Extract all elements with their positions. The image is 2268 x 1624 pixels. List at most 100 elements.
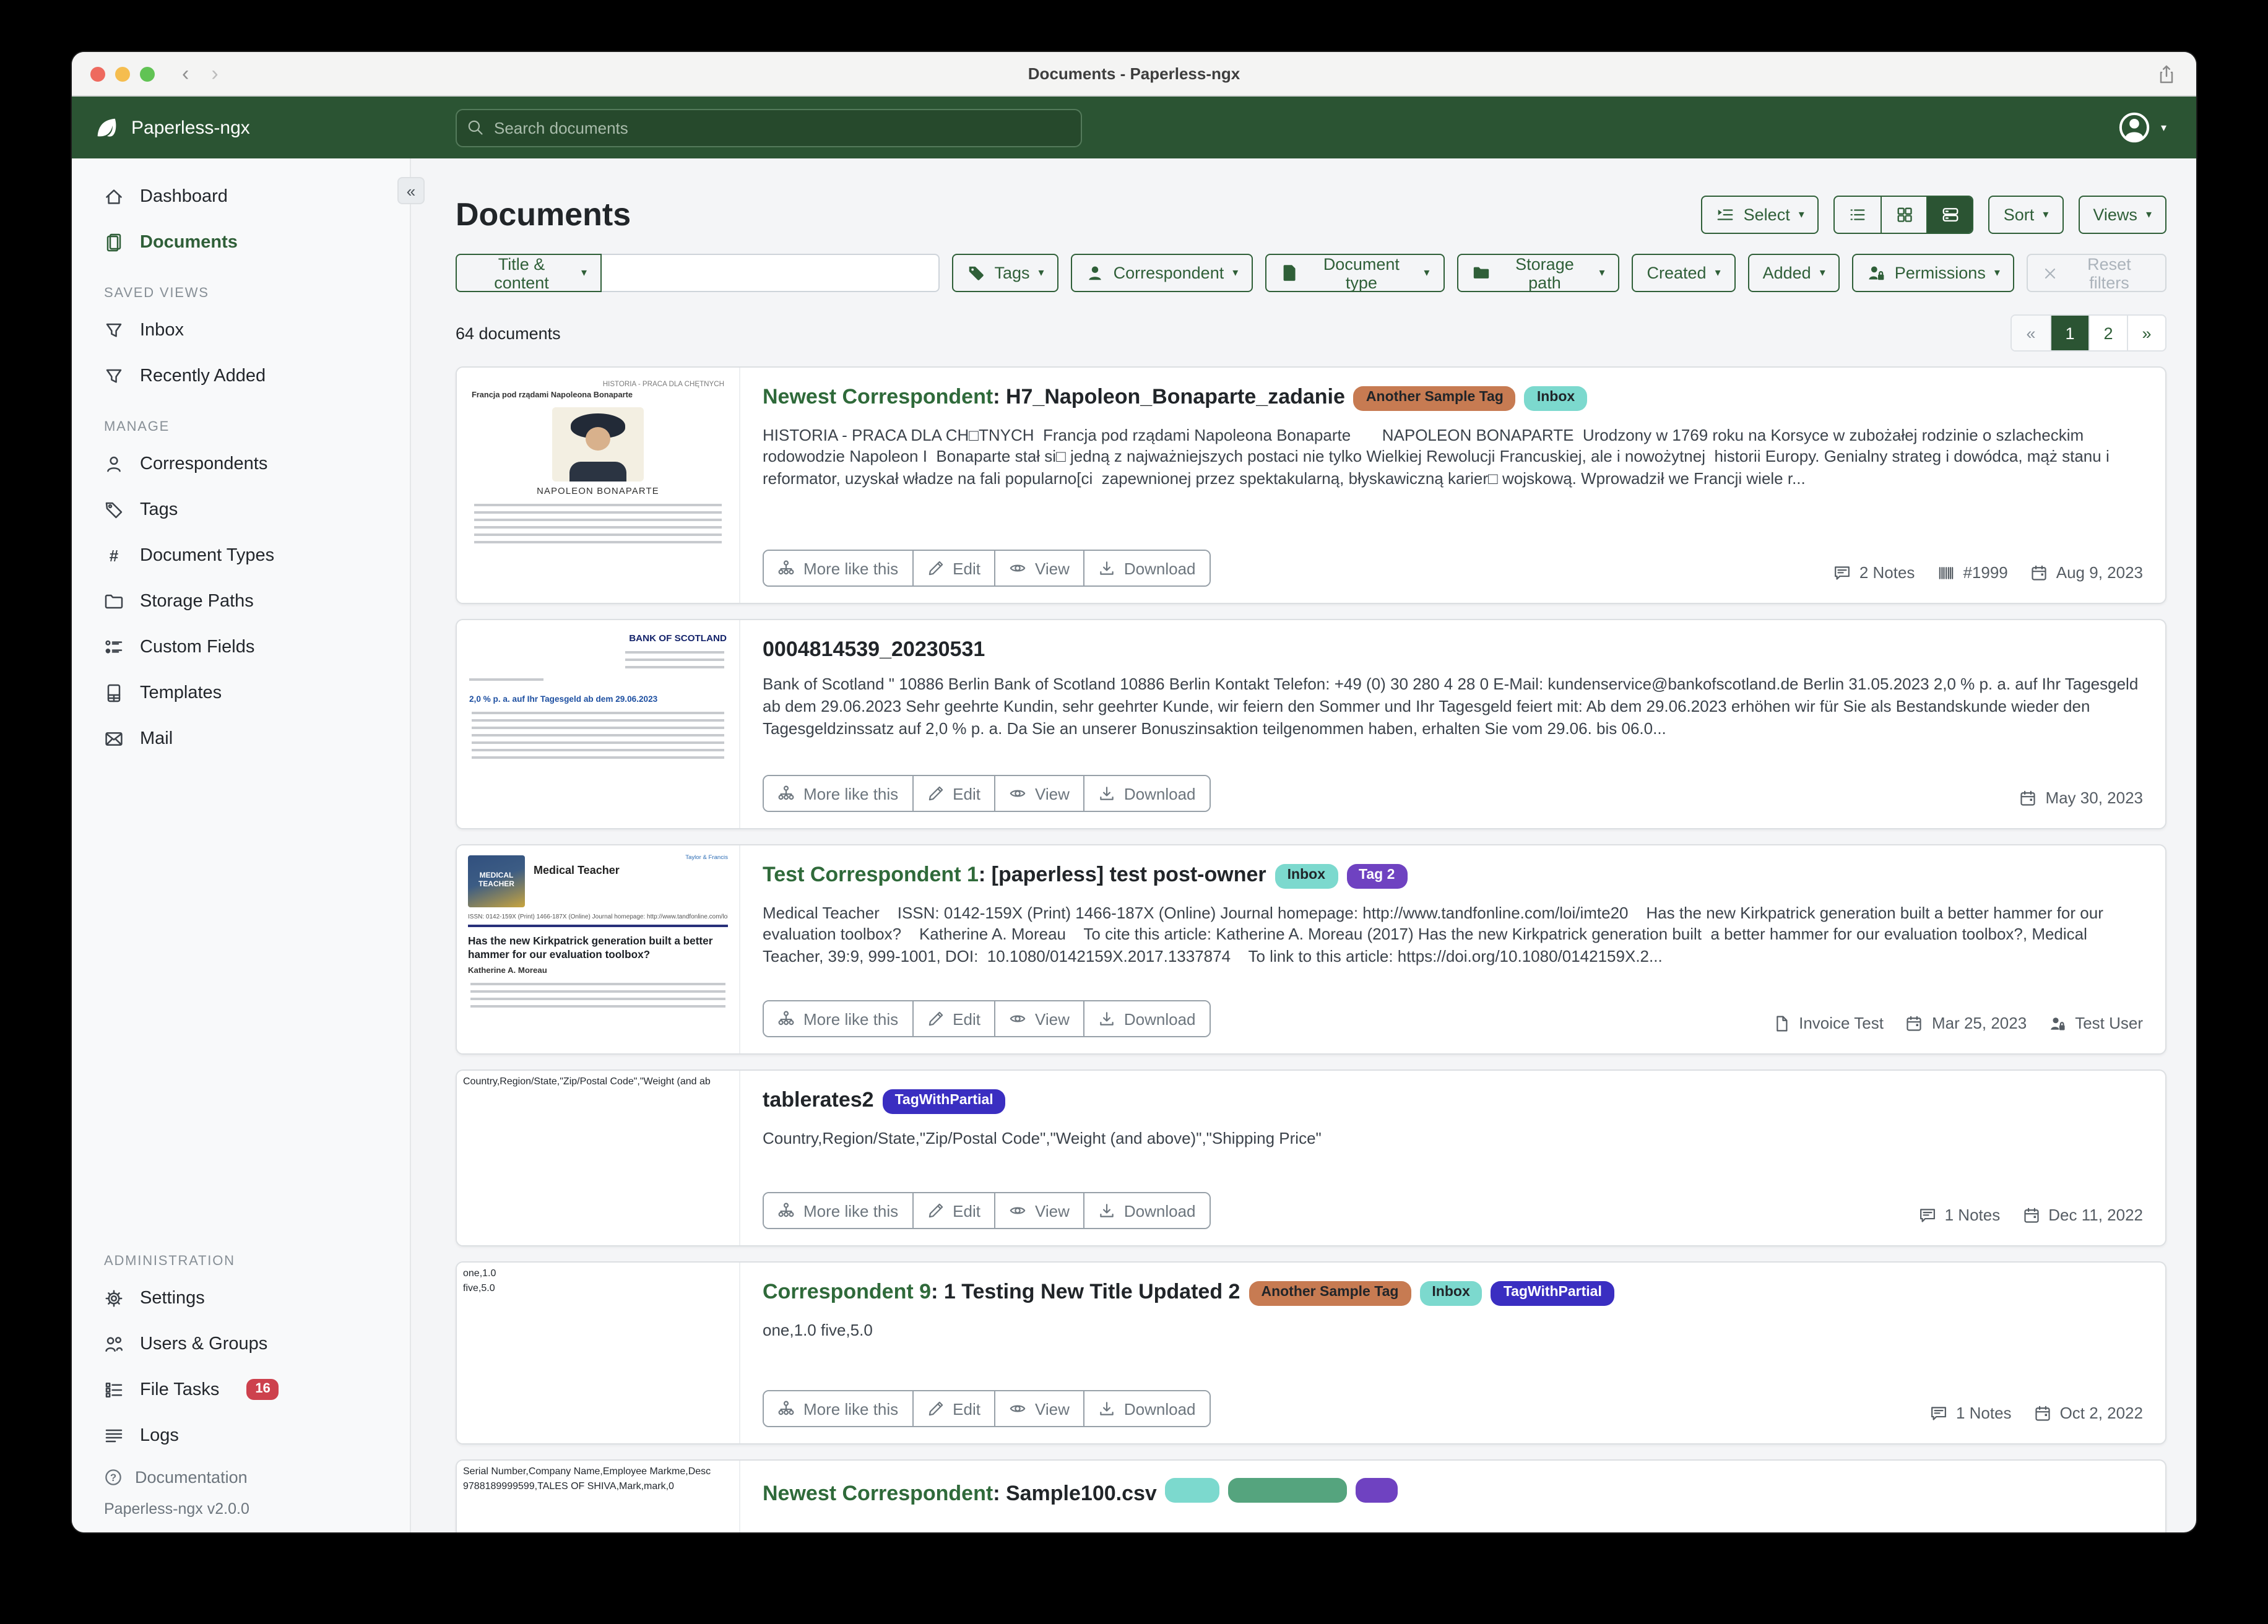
user-menu[interactable]: ▾ xyxy=(2119,111,2166,144)
tag-chip[interactable]: Another Sample Tag xyxy=(1249,1281,1411,1305)
view-button[interactable]: View xyxy=(994,776,1083,811)
sidebar-item-inbox[interactable]: Inbox xyxy=(72,307,410,353)
sidebar-collapse-button[interactable]: « xyxy=(397,177,425,204)
notes-count[interactable]: 1 Notes xyxy=(1919,1206,2001,1224)
more-like-this-button[interactable]: More like this xyxy=(764,1391,912,1426)
more-like-this-button[interactable]: More like this xyxy=(764,776,912,811)
correspondent-link[interactable]: Newest Correspondent xyxy=(763,385,993,408)
tag-chip[interactable]: Tag 2 xyxy=(1346,864,1407,888)
search-input[interactable] xyxy=(456,109,1082,147)
tag-chip[interactable]: Inbox xyxy=(1525,386,1587,410)
more-like-this-button[interactable]: More like this xyxy=(764,1193,912,1228)
document-title-link[interactable]: Sample100.csv xyxy=(1006,1482,1157,1505)
pagination-page-1[interactable]: 1 xyxy=(2050,316,2088,350)
select-button[interactable]: Select ▾ xyxy=(1702,196,1819,234)
document-thumbnail[interactable]: MEDICAL TEACHER Medical Teacher Taylor &… xyxy=(457,845,740,1053)
sidebar-item-logs[interactable]: Logs xyxy=(72,1412,410,1458)
correspondent-link[interactable]: Correspondent 9 xyxy=(763,1280,931,1303)
filter-document-type-button[interactable]: Document type ▾ xyxy=(1265,254,1444,292)
app-brand[interactable]: Paperless-ngx xyxy=(93,114,250,140)
eye-icon xyxy=(1009,785,1026,802)
minimize-button[interactable] xyxy=(115,66,130,81)
filter-storage-path-button[interactable]: Storage path ▾ xyxy=(1456,254,1619,292)
document-title-link[interactable]: 0004814539_20230531 xyxy=(763,637,985,661)
close-button[interactable] xyxy=(90,66,105,81)
pagination-prev[interactable]: « xyxy=(2012,316,2050,350)
tag-chip[interactable]: Inbox xyxy=(1419,1281,1482,1305)
sort-button[interactable]: Sort ▾ xyxy=(1989,196,2064,234)
document-title-link[interactable]: 1 Testing New Title Updated 2 xyxy=(944,1280,1240,1303)
edit-button[interactable]: Edit xyxy=(912,1193,994,1228)
more-like-this-button[interactable]: More like this xyxy=(764,551,912,585)
view-button[interactable]: View xyxy=(994,1391,1083,1426)
filter-correspondent-button[interactable]: Correspondent ▾ xyxy=(1071,254,1253,292)
share-icon[interactable] xyxy=(2157,63,2176,85)
filter-permissions-button[interactable]: Permissions ▾ xyxy=(1853,254,2015,292)
tag-chip[interactable]: TagWithPartial xyxy=(883,1089,1006,1113)
sidebar-item-dashboard[interactable]: Dashboard xyxy=(72,173,410,219)
tag-chip[interactable] xyxy=(1356,1478,1398,1503)
download-button[interactable]: Download xyxy=(1083,1391,1210,1426)
sidebar-item-custom-fields[interactable]: Custom Fields xyxy=(72,624,410,670)
notes-count[interactable]: 1 Notes xyxy=(1930,1404,2012,1422)
pagination-next[interactable]: » xyxy=(2127,316,2165,350)
edit-button[interactable]: Edit xyxy=(912,1391,994,1426)
filter-text-input[interactable] xyxy=(602,254,940,292)
sidebar-item-mail[interactable]: Mail xyxy=(72,715,410,761)
document-thumbnail[interactable]: one,1.0 five,5.0 xyxy=(457,1263,740,1443)
sidebar-item-documents[interactable]: Documents xyxy=(72,219,410,265)
correspondent-link[interactable]: Test Correspondent 1 xyxy=(763,863,979,886)
notes-count[interactable]: 2 Notes xyxy=(1833,563,1915,582)
manage-header: MANAGE xyxy=(72,399,410,441)
edit-button[interactable]: Edit xyxy=(912,1001,994,1036)
sidebar-item-settings[interactable]: Settings xyxy=(72,1275,410,1321)
sidebar-item-tags[interactable]: Tags xyxy=(72,486,410,532)
document-thumbnail[interactable]: Serial Number,Company Name,Employee Mark… xyxy=(457,1461,740,1532)
view-button[interactable]: View xyxy=(994,1001,1083,1036)
document-thumbnail[interactable]: BANK OF SCOTLAND 2,0 % p. a. auf Ihr Tag… xyxy=(457,620,740,828)
sidebar-item-correspondents[interactable]: Correspondents xyxy=(72,441,410,486)
back-button[interactable]: ‹ xyxy=(182,63,189,84)
sidebar-item-templates[interactable]: Templates xyxy=(72,670,410,715)
tag-chip[interactable] xyxy=(1229,1478,1348,1503)
document-title-link[interactable]: [paperless] test post-owner xyxy=(992,863,1266,886)
tag-chip[interactable]: TagWithPartial xyxy=(1491,1281,1614,1305)
filter-tags-button[interactable]: Tags ▾ xyxy=(952,254,1058,292)
correspondent-link[interactable]: Newest Correspondent xyxy=(763,1482,993,1505)
sidebar-item-document-types[interactable]: Document Types xyxy=(72,532,410,578)
document-title-link[interactable]: H7_Napoleon_Bonaparte_zadanie xyxy=(1006,385,1345,408)
filter-added-button[interactable]: Added ▾ xyxy=(1748,254,1840,292)
document-title-link[interactable]: tablerates2 xyxy=(763,1088,874,1112)
sidebar-item-recently-added[interactable]: Recently Added xyxy=(72,353,410,399)
thumb-text-lines xyxy=(472,712,724,761)
view-button[interactable]: View xyxy=(994,1193,1083,1228)
filter-field-button[interactable]: Title & content ▾ xyxy=(456,254,602,292)
sidebar-item-users-groups[interactable]: Users & Groups xyxy=(72,1321,410,1367)
tag-chip[interactable]: Another Sample Tag xyxy=(1354,386,1516,410)
view-button[interactable]: View xyxy=(994,551,1083,585)
view-grid-button[interactable] xyxy=(1881,197,1927,233)
edit-button[interactable]: Edit xyxy=(912,551,994,585)
sidebar-item-storage-paths[interactable]: Storage Paths xyxy=(72,578,410,624)
tag-chip[interactable] xyxy=(1166,1478,1220,1503)
views-button[interactable]: Views ▾ xyxy=(2078,196,2166,234)
download-button[interactable]: Download xyxy=(1083,776,1210,811)
edit-button[interactable]: Edit xyxy=(912,776,994,811)
download-button[interactable]: Download xyxy=(1083,551,1210,585)
zoom-button[interactable] xyxy=(140,66,155,81)
pagination-page-2[interactable]: 2 xyxy=(2088,316,2127,350)
view-detail-button[interactable] xyxy=(1927,197,1973,233)
reset-filters-button[interactable]: Reset filters xyxy=(2027,254,2166,292)
document-thumbnail[interactable]: Country,Region/State,"Zip/Postal Code","… xyxy=(457,1071,740,1245)
filter-created-button[interactable]: Created ▾ xyxy=(1632,254,1736,292)
view-list-button[interactable] xyxy=(1835,197,1881,233)
documentation-link[interactable]: Documentation xyxy=(72,1458,410,1495)
download-button[interactable]: Download xyxy=(1083,1001,1210,1036)
tag-chip[interactable]: Inbox xyxy=(1275,864,1338,888)
sidebar-item-file-tasks[interactable]: File Tasks 16 xyxy=(72,1367,410,1412)
download-button[interactable]: Download xyxy=(1083,1193,1210,1228)
forward-button[interactable]: › xyxy=(211,63,218,84)
document-thumbnail[interactable]: HISTORIA - PRACA DLA CHĘTNYCH Francja po… xyxy=(457,368,740,603)
more-like-this-button[interactable]: More like this xyxy=(764,1001,912,1036)
document-type[interactable]: Invoice Test xyxy=(1773,1014,1884,1032)
